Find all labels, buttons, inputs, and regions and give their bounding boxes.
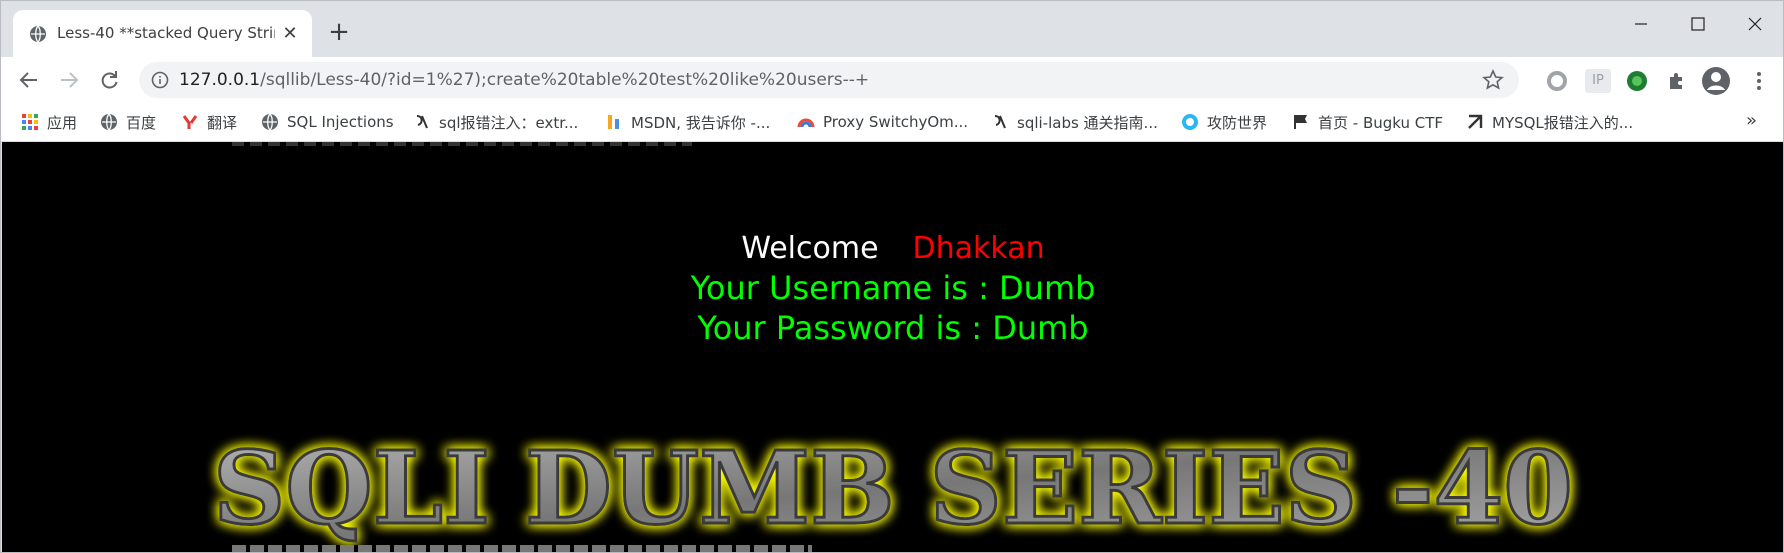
circle-extension-icon[interactable] [1545, 69, 1569, 93]
address-bar[interactable]: 127.0.0.1/sqllib/Less-40/?id=1%27);creat… [139, 62, 1519, 98]
flag-icon [1294, 115, 1307, 129]
switchy-icon [797, 118, 815, 128]
bookmark-label: 应用 [47, 113, 78, 132]
globe-icon [262, 113, 278, 131]
profile-icon[interactable] [1701, 66, 1731, 96]
bookmark-mysql[interactable]: MYSQL报错注入的... [1466, 110, 1633, 134]
bookmarks-more-button[interactable]: » [1746, 110, 1757, 131]
tab-active[interactable]: Less-40 **stacked Query String ✕ [13, 10, 312, 57]
bookmark-baidu[interactable]: 百度 [100, 110, 156, 134]
url-path: /sqllib/Less-40/?id=1%27);create%20table… [260, 70, 870, 90]
green-extension-icon[interactable] [1625, 69, 1649, 93]
bookmark-adworld[interactable]: 攻防世界 [1181, 110, 1267, 134]
csdn-icon [416, 115, 428, 129]
bookmark-label: 首页 - Bugku CTF [1318, 113, 1444, 132]
bookmark-sql-injections[interactable]: SQL Injections [261, 110, 394, 134]
password-line: Your Password is : Dumb [697, 309, 1089, 347]
bookmark-label: sql报错注入：extr... [439, 113, 579, 132]
bookmark-sql-error[interactable]: sql报错注入：extr... [413, 110, 578, 134]
page-content: Welcome Dhakkan Your Username is : Dumb Y… [2, 142, 1783, 552]
puzzle-icon[interactable] [1665, 69, 1689, 93]
msdn-icon [608, 115, 619, 129]
info-icon[interactable] [151, 71, 169, 89]
toolbar: 127.0.0.1/sqllib/Less-40/?id=1%27);creat… [1, 57, 1783, 102]
bookmark-sqli-labs[interactable]: sqli-labs 通关指南... [991, 110, 1158, 134]
bookmark-label: 攻防世界 [1207, 113, 1268, 132]
bookmark-label: 百度 [126, 113, 157, 132]
bookmark-bugku[interactable]: 首页 - Bugku CTF [1292, 110, 1443, 134]
bookmarks-bar: 应用 百度 翻译 SQL Injections sql报错注入：extr... … [1, 102, 1783, 142]
tab-title: Less-40 **stacked Query String [57, 24, 275, 42]
globe-icon [30, 25, 46, 43]
minimize-icon[interactable] [1618, 9, 1664, 39]
welcome-line: Welcome Dhakkan [2, 230, 1783, 268]
menu-icon[interactable] [1747, 69, 1771, 93]
bookmark-label: MSDN, 我告诉你 -... [631, 113, 771, 132]
globe-icon [101, 113, 117, 131]
reload-icon[interactable] [95, 66, 123, 94]
youdao-icon [182, 115, 198, 129]
bookmark-translate[interactable]: 翻译 [181, 110, 237, 134]
back-arrow-icon[interactable] [15, 66, 43, 94]
bookmark-label: SQL Injections [287, 113, 394, 131]
bookmark-label: 翻译 [207, 113, 238, 132]
clipped-text-top [232, 142, 692, 146]
star-icon[interactable] [1482, 69, 1504, 91]
browser-window: Less-40 **stacked Query String ✕ + 127.0… [0, 0, 1784, 553]
welcome-name: Dhakkan [912, 231, 1045, 266]
url-text[interactable]: 127.0.0.1/sqllib/Less-40/?id=1%27);creat… [179, 69, 869, 91]
zhihu-icon [1468, 114, 1483, 129]
apps-grid-icon [22, 114, 38, 130]
adworld-icon [1182, 114, 1198, 130]
banner-title: SQLI DUMB SERIES -40 [213, 429, 1573, 545]
bookmark-label: MYSQL报错注入的... [1492, 113, 1634, 132]
url-host: 127.0.0.1 [179, 70, 261, 90]
maximize-icon[interactable] [1675, 9, 1721, 39]
csdn-icon [994, 115, 1006, 129]
bookmark-label: sqli-labs 通关指南... [1017, 113, 1158, 132]
welcome-text: Welcome [741, 231, 879, 266]
tab-strip: Less-40 **stacked Query String ✕ + [1, 1, 1783, 57]
bookmark-apps[interactable]: 应用 [21, 110, 77, 134]
forward-arrow-icon[interactable] [55, 66, 83, 94]
username-line: Your Username is : Dumb [690, 269, 1096, 307]
bookmark-label: Proxy SwitchyOm... [823, 113, 969, 131]
new-tab-button[interactable]: + [327, 19, 351, 45]
bookmark-proxy[interactable]: Proxy SwitchyOm... [797, 110, 968, 134]
close-icon[interactable]: ✕ [279, 23, 301, 45]
ip-extension-icon[interactable]: IP [1585, 69, 1611, 93]
clipped-text-bottom [232, 545, 812, 552]
bookmark-msdn[interactable]: MSDN, 我告诉你 -... [605, 110, 770, 134]
series-banner: SQLI DUMB SERIES -40 [212, 428, 1575, 546]
window-close-icon[interactable] [1732, 9, 1778, 39]
